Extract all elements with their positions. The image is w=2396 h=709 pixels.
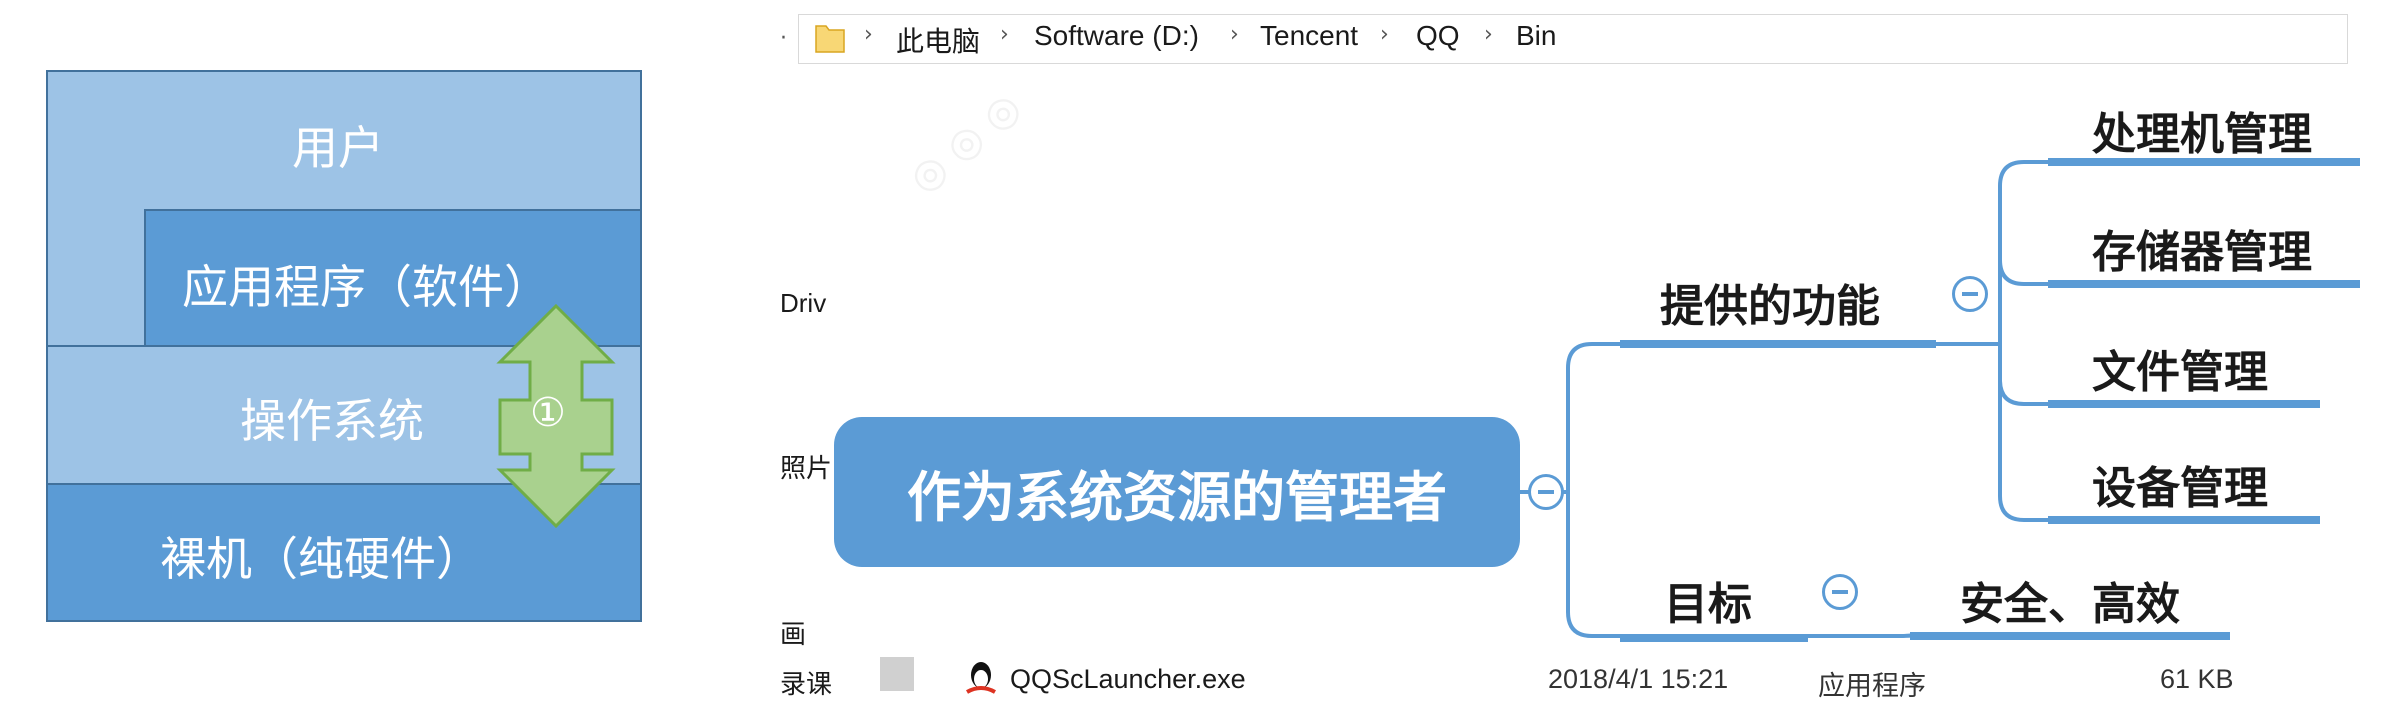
leaf-file-management[interactable]: 文件管理 bbox=[2092, 336, 2268, 400]
leaf-device-management[interactable]: 设备管理 bbox=[2092, 452, 2268, 516]
leaf-processor-management[interactable]: 处理机管理 bbox=[2092, 98, 2312, 162]
collapse-button[interactable] bbox=[1528, 474, 1564, 510]
mindmap-root[interactable]: 作为系统资源的管理者 bbox=[834, 417, 1520, 567]
leaf-memory-management[interactable]: 存储器管理 bbox=[2092, 216, 2312, 280]
connector-root-goal bbox=[1566, 492, 1620, 638]
leaf-safe-efficient[interactable]: 安全、高效 bbox=[1960, 568, 2180, 632]
branch-functions[interactable]: 提供的功能 bbox=[1660, 270, 1880, 334]
collapse-button[interactable] bbox=[1822, 574, 1858, 610]
connector-functions-children bbox=[1936, 160, 2048, 346]
branch-goal[interactable]: 目标 bbox=[1664, 568, 1752, 632]
collapse-button[interactable] bbox=[1952, 276, 1988, 312]
connector-root-functions bbox=[1520, 342, 1620, 494]
